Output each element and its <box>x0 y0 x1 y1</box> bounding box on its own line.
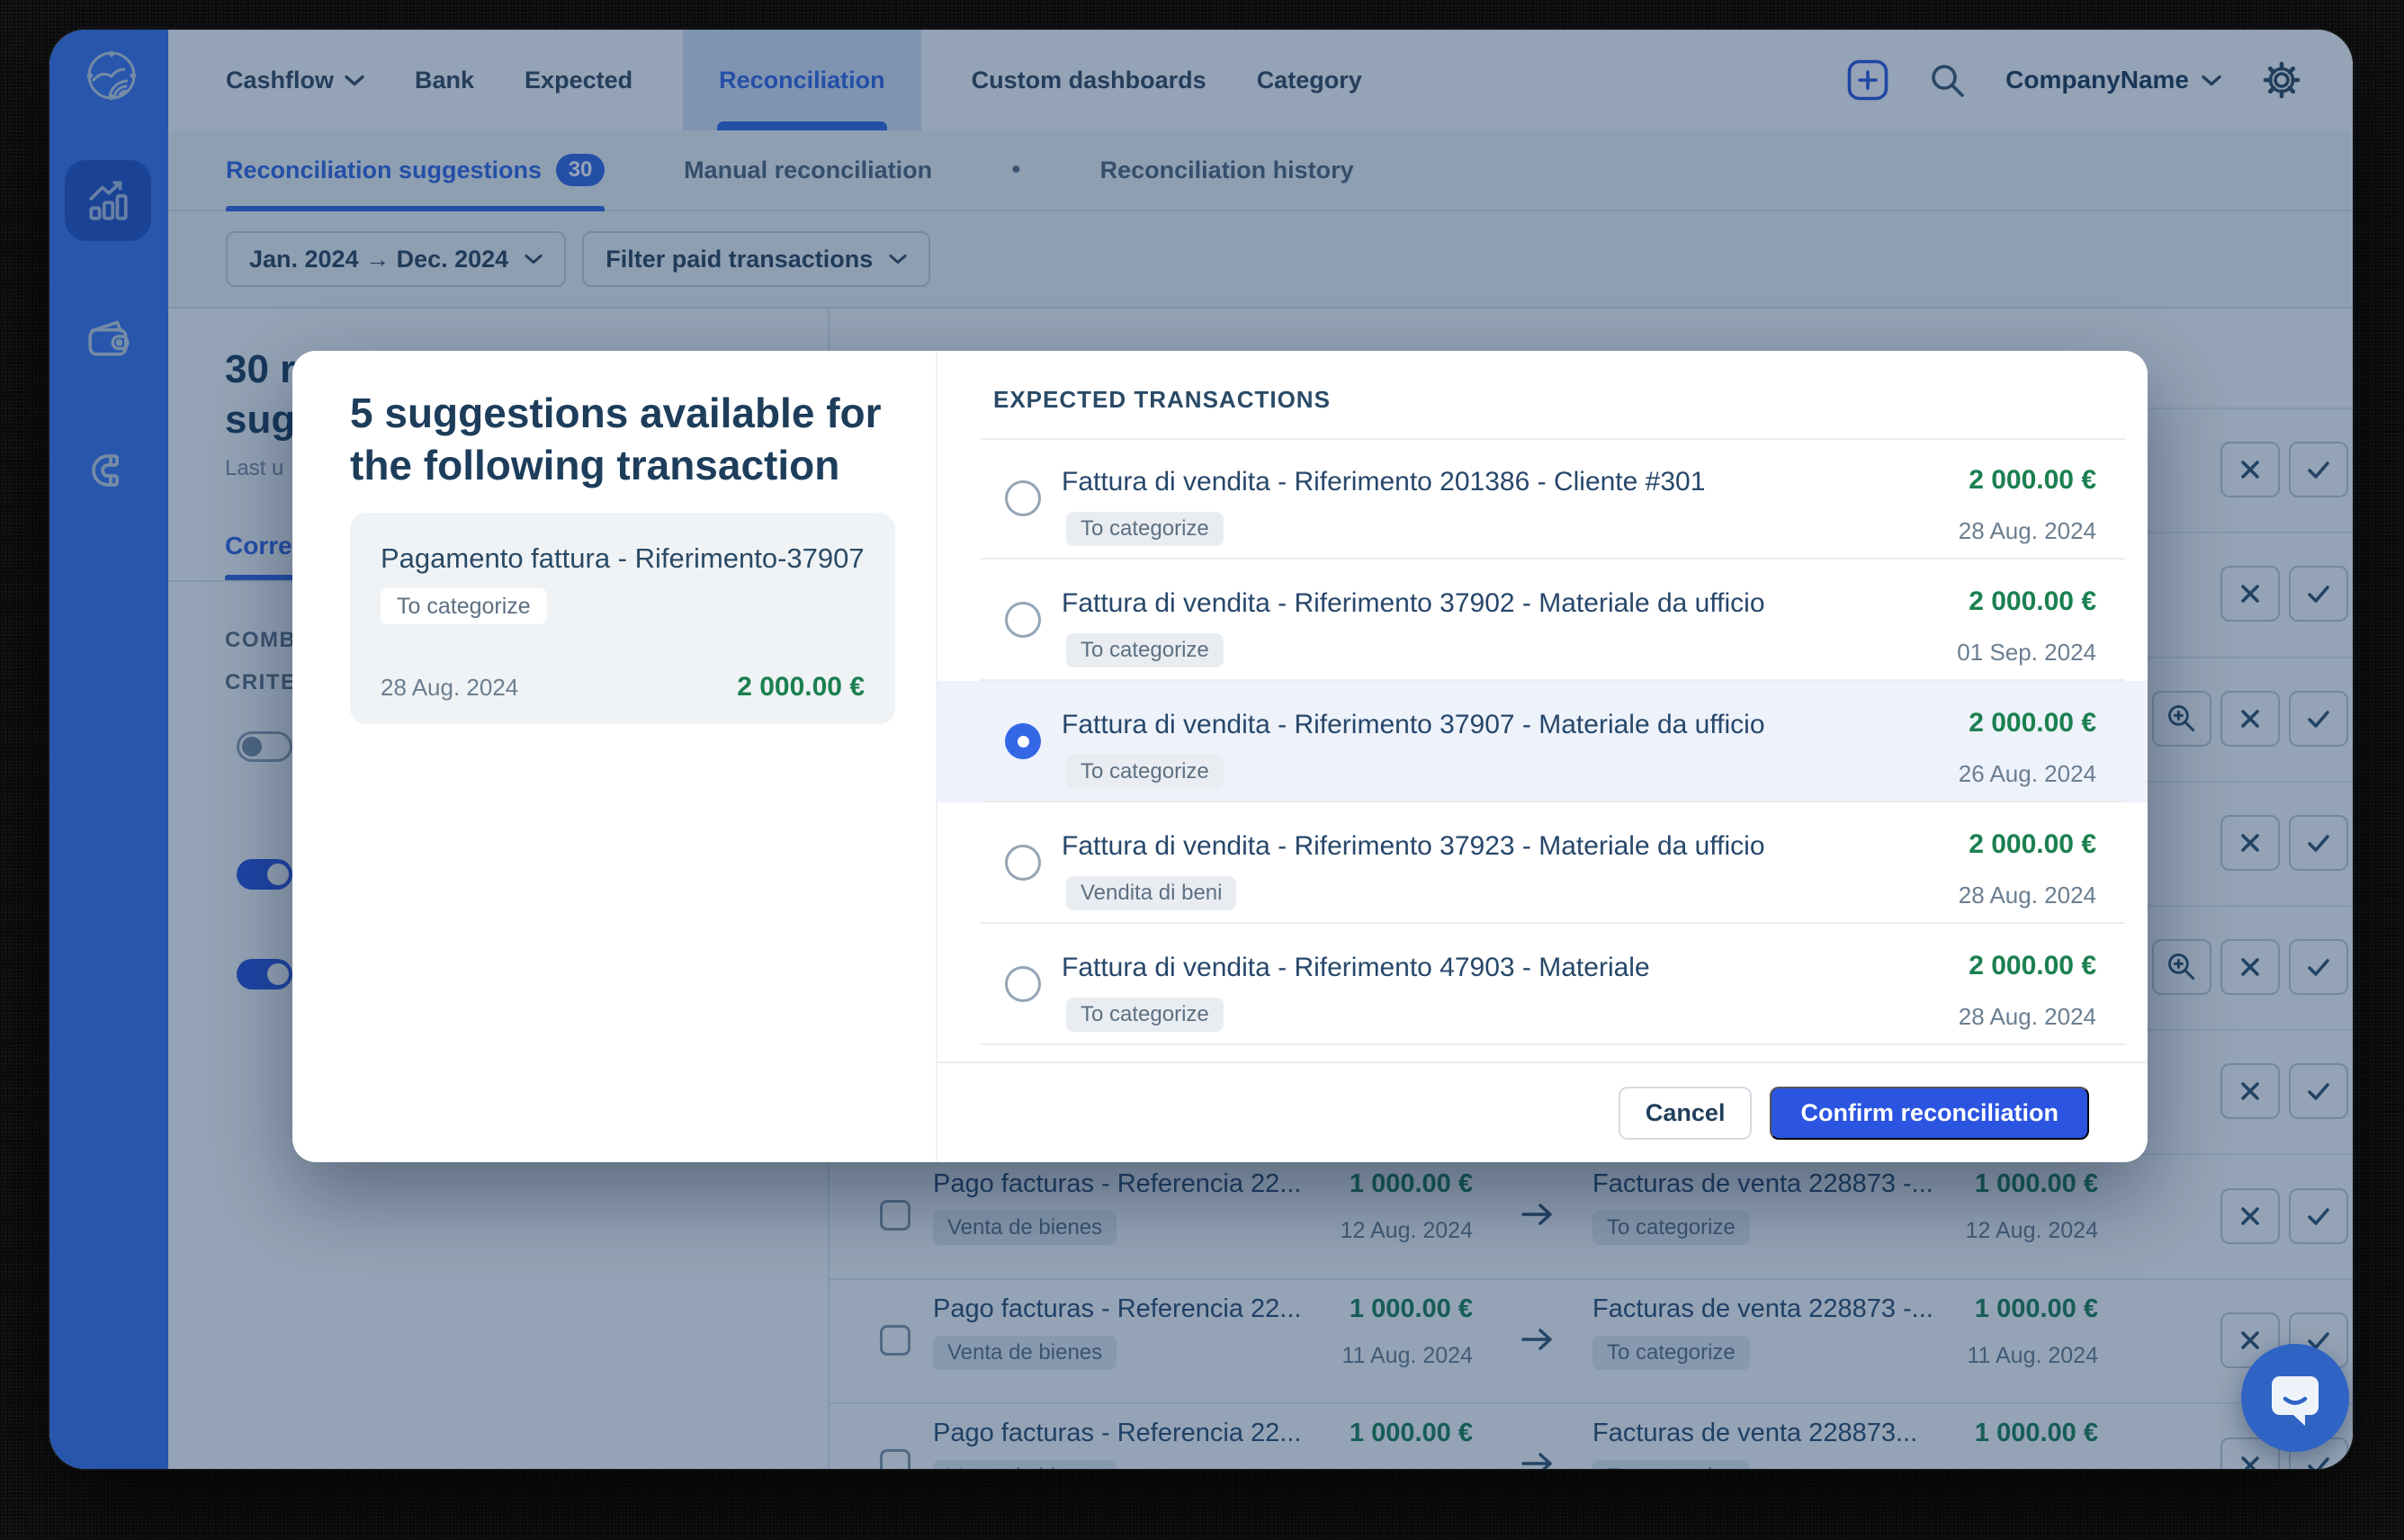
source-transaction-date: 28 Aug. 2024 <box>381 674 518 702</box>
suggestion-date: 28 Aug. 2024 <box>1959 882 2096 909</box>
modal-footer: Cancel Confirm reconciliation <box>937 1061 2148 1162</box>
suggestion-list: Fattura di vendita - Riferimento 201386 … <box>937 438 2148 1045</box>
expected-transactions-header: EXPECTED TRANSACTIONS <box>993 386 1331 414</box>
suggestion-radio[interactable] <box>1005 845 1041 881</box>
suggestion-row[interactable]: Fattura di vendita - Riferimento 47903 -… <box>937 924 2148 1045</box>
source-transaction-amount: 2 000.00 € <box>737 672 865 703</box>
suggestion-amount: 2 000.00 € <box>1969 829 2096 860</box>
cancel-button[interactable]: Cancel <box>1619 1087 1753 1140</box>
modal-suggestions-panel: EXPECTED TRANSACTIONS Fattura di vendita… <box>936 351 2148 1162</box>
suggestion-category-badge: To categorize <box>1066 755 1224 789</box>
source-transaction-title: Pagamento fattura - Riferimento-37907 <box>381 540 866 578</box>
suggestion-amount: 2 000.00 € <box>1969 708 2096 739</box>
suggestion-title: Fattura di vendita - Riferimento 37907 -… <box>1062 710 1765 740</box>
suggestion-radio[interactable] <box>1005 602 1041 638</box>
suggestion-date: 26 Aug. 2024 <box>1959 760 2096 788</box>
suggestion-row[interactable]: Fattura di vendita - Riferimento 37923 -… <box>937 802 2148 924</box>
modal-title: 5 suggestions available for the followin… <box>350 387 890 491</box>
suggestion-category-badge: To categorize <box>1066 512 1224 546</box>
suggestion-amount: 2 000.00 € <box>1969 586 2096 617</box>
app-window: Cashflow Bank Expected Reconciliation Cu… <box>49 30 2353 1469</box>
reconciliation-suggestions-modal: 5 suggestions available for the followin… <box>292 351 2148 1162</box>
suggestion-title: Fattura di vendita - Riferimento 37902 -… <box>1062 588 1765 619</box>
suggestion-row[interactable]: Fattura di vendita - Riferimento 201386 … <box>937 438 2148 560</box>
suggestion-category-badge: To categorize <box>1066 633 1224 667</box>
suggestion-title: Fattura di vendita - Riferimento 37923 -… <box>1062 831 1765 862</box>
source-transaction-card: Pagamento fattura - Riferimento-37907 To… <box>350 513 895 724</box>
suggestion-date: 28 Aug. 2024 <box>1959 517 2096 545</box>
chat-bubble-icon <box>2266 1369 2324 1427</box>
suggestion-date: 01 Sep. 2024 <box>1957 639 2096 667</box>
suggestion-row-selected[interactable]: Fattura di vendita - Riferimento 37907 -… <box>937 681 2148 802</box>
suggestion-radio-checked[interactable] <box>1005 723 1041 759</box>
suggestion-title: Fattura di vendita - Riferimento 201386 … <box>1062 467 1705 497</box>
confirm-reconciliation-button[interactable]: Confirm reconciliation <box>1770 1087 2089 1140</box>
suggestion-amount: 2 000.00 € <box>1969 951 2096 981</box>
suggestion-category-badge: To categorize <box>1066 998 1224 1032</box>
modal-source-panel: 5 suggestions available for the followin… <box>292 351 936 1162</box>
chat-support-button[interactable] <box>2241 1344 2349 1452</box>
suggestion-title: Fattura di vendita - Riferimento 47903 -… <box>1062 953 1650 983</box>
suggestion-row[interactable]: Fattura di vendita - Riferimento 37902 -… <box>937 560 2148 681</box>
screen: { "colors": { "accent": "#2b55e0", "link… <box>0 0 2404 1540</box>
suggestion-date: 28 Aug. 2024 <box>1959 1003 2096 1031</box>
suggestion-radio[interactable] <box>1005 480 1041 516</box>
source-category-badge: To categorize <box>381 588 547 624</box>
suggestion-radio[interactable] <box>1005 966 1041 1002</box>
suggestion-amount: 2 000.00 € <box>1969 465 2096 496</box>
suggestion-category-badge: Vendita di beni <box>1066 876 1236 910</box>
